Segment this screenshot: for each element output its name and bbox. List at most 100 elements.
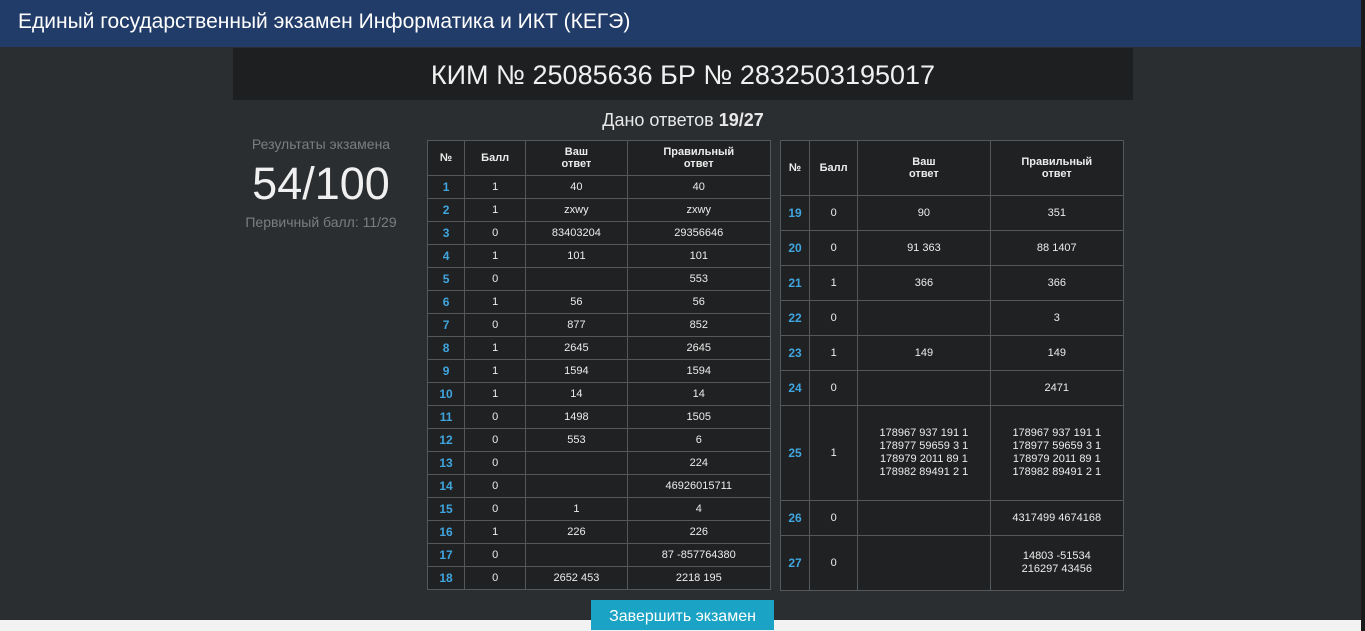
answer-line: 178982 89491 2 1 <box>879 466 969 478</box>
correct-answer: 1505 <box>626 405 772 429</box>
col-header-your-answer: Ваш ответ <box>525 140 628 176</box>
correct-answer: 852 <box>626 313 772 337</box>
correct-answer: 178967 937 191 1 178977 59659 3 1 178979 2… <box>989 405 1125 501</box>
col-header-score: Балл <box>809 140 859 196</box>
task-number: 4 <box>426 244 466 268</box>
col-header-your-answer: Ваш ответ <box>857 140 991 196</box>
correct-answer: 6 <box>626 428 772 452</box>
your-answer: 366 <box>857 265 991 301</box>
table-row: 27 0 14803 -51534 216297 43456 <box>779 535 1125 591</box>
your-answer: 83403204 <box>525 221 628 245</box>
header-bar: Единый государственный экзамен Информати… <box>0 0 1361 47</box>
task-number: 27 <box>779 535 811 591</box>
answer-line: 149 <box>914 346 934 359</box>
your-answer: 14 <box>525 382 628 406</box>
table-row: 12 0 553 6 <box>426 428 772 452</box>
col-header-number: № <box>779 140 811 196</box>
answer-line: 178979 2011 89 1 <box>879 453 968 465</box>
answers-given-label: Дано ответов <box>602 110 714 130</box>
answer-line: 90 <box>917 206 931 219</box>
task-number: 8 <box>426 336 466 360</box>
task-number: 21 <box>779 265 811 301</box>
answer-line: 4317499 4674168 <box>1012 511 1102 524</box>
answer-line: 149 <box>1047 346 1066 359</box>
task-score: 1 <box>464 175 527 199</box>
table-row: 5 0 553 <box>426 267 772 291</box>
answer-line: 178977 59659 3 1 <box>1012 440 1102 452</box>
task-number: 23 <box>779 335 811 371</box>
page-title: Единый государственный экзамен Информати… <box>18 10 631 33</box>
table-row: 25 1 178967 937 191 1 178977 59659 3 1 17897… <box>779 405 1125 501</box>
table-row: 16 1 226 226 <box>426 520 772 544</box>
your-answer: 1498 <box>525 405 628 429</box>
correct-answer: 224 <box>626 451 772 475</box>
results-primary-score: Первичный балл: 11/29 <box>245 214 397 230</box>
task-number: 26 <box>779 500 811 536</box>
answer-line: 178979 2011 89 1 <box>1012 453 1101 465</box>
task-score: 0 <box>809 195 859 231</box>
table-row: 18 0 2652 453 2218 195 <box>426 566 772 590</box>
table-header-row: № Балл Ваш ответ Правильный ответ <box>426 140 772 176</box>
answer-line: 14803 -51534 <box>1022 550 1091 562</box>
your-answer: zxwy <box>525 198 628 222</box>
table-row: 10 1 14 14 <box>426 382 772 406</box>
task-number: 2 <box>426 198 466 222</box>
task-score: 1 <box>464 198 527 222</box>
correct-answer: 553 <box>626 267 772 291</box>
table-row: 13 0 224 <box>426 451 772 475</box>
correct-answer: 14803 -51534 216297 43456 <box>989 535 1125 591</box>
table-header-row: № Балл Ваш ответ Правильный ответ <box>779 140 1125 196</box>
your-answer: 56 <box>525 290 628 314</box>
task-score: 1 <box>464 244 527 268</box>
task-score: 0 <box>809 230 859 266</box>
scrollbar[interactable] <box>1361 0 1365 631</box>
answers-given-value: 19/27 <box>718 110 764 130</box>
table-row: 20 0 91 363 88 1407 <box>779 230 1125 266</box>
correct-answer: 46926015711 <box>626 474 772 498</box>
task-number: 20 <box>779 230 811 266</box>
correct-answer: zxwy <box>626 198 772 222</box>
task-number: 7 <box>426 313 466 337</box>
your-answer <box>857 370 991 406</box>
your-answer <box>857 500 991 536</box>
correct-answer: 29356646 <box>626 221 772 245</box>
table-row: 21 1 366 366 <box>779 265 1125 301</box>
col-header-number: № <box>426 140 466 176</box>
your-answer: 1 <box>525 497 628 521</box>
correct-answer: 2471 <box>989 370 1125 406</box>
correct-answer: 88 1407 <box>989 230 1125 266</box>
results-table-left: № Балл Ваш ответ Правильный ответ 1 1 40 40 2 1… <box>426 140 772 590</box>
task-number: 5 <box>426 267 466 291</box>
task-number: 22 <box>779 300 811 336</box>
table-row: 24 0 2471 <box>779 370 1125 406</box>
task-score: 0 <box>809 500 859 536</box>
your-answer <box>525 267 628 291</box>
kim-bar: КИМ № 25085636 БР № 2832503195017 <box>233 48 1133 100</box>
correct-answer: 1594 <box>626 359 772 383</box>
task-score: 0 <box>464 451 527 475</box>
col-header-correct-answer: Правильный ответ <box>626 140 772 176</box>
correct-answer: 14 <box>626 382 772 406</box>
answer-line: 178967 937 191 1 <box>879 427 969 439</box>
task-number: 14 <box>426 474 466 498</box>
correct-answer: 40 <box>626 175 772 199</box>
correct-answer: 149 <box>989 335 1125 371</box>
table-row: 1 1 40 40 <box>426 175 772 199</box>
task-number: 1 <box>426 175 466 199</box>
table-row: 15 0 1 4 <box>426 497 772 521</box>
task-score: 1 <box>464 359 527 383</box>
answer-line: 2471 <box>1044 381 1070 394</box>
task-number: 17 <box>426 543 466 567</box>
your-answer: 101 <box>525 244 628 268</box>
task-number: 24 <box>779 370 811 406</box>
answer-line: 178977 59659 3 1 <box>879 440 969 452</box>
finish-exam-button[interactable]: Завершить экзамен <box>591 600 774 630</box>
task-score: 0 <box>464 543 527 567</box>
answer-line: 351 <box>1047 206 1066 219</box>
table-row: 19 0 90 351 <box>779 195 1125 231</box>
task-score: 0 <box>464 474 527 498</box>
task-number: 11 <box>426 405 466 429</box>
correct-answer: 226 <box>626 520 772 544</box>
your-answer: 226 <box>525 520 628 544</box>
correct-answer: 87 -857764380 <box>626 543 772 567</box>
